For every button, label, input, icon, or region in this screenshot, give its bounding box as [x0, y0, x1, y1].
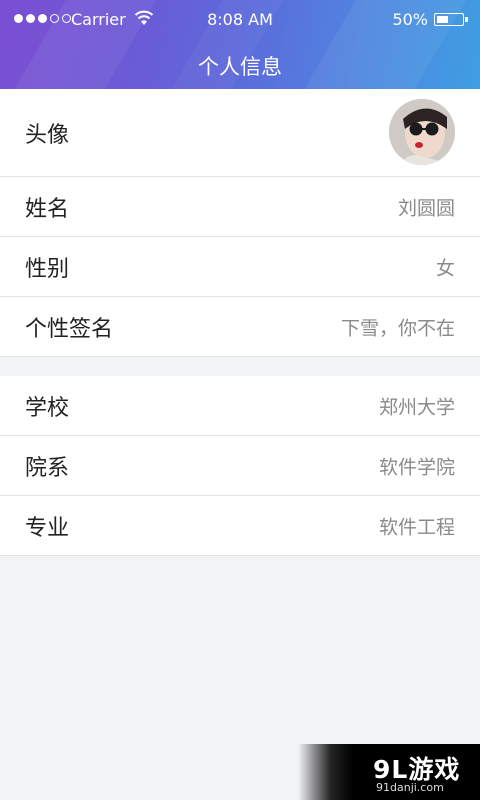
avatar-row[interactable]: 头像 [0, 89, 480, 177]
watermark-url: 91danji.com [376, 781, 444, 794]
status-bar: Carrier 8:08 AM 50% [0, 0, 480, 40]
name-label: 姓名 [25, 196, 70, 222]
major-row[interactable]: 专业 软件工程 [0, 496, 480, 556]
battery-icon [434, 13, 468, 26]
signature-label: 个性签名 [25, 316, 114, 342]
name-row[interactable]: 姓名 刘圆圆 [0, 177, 480, 237]
school-section: 学校 郑州大学 院系 软件学院 专业 软件工程 [0, 376, 480, 556]
name-value: 刘圆圆 [397, 197, 455, 219]
department-value: 软件学院 [378, 456, 455, 478]
school-row[interactable]: 学校 郑州大学 [0, 376, 480, 436]
department-label: 院系 [25, 455, 70, 481]
site-watermark: 9L游戏 91danji.com [298, 744, 480, 800]
page-title: 个人信息 [198, 55, 282, 79]
gender-label: 性别 [25, 256, 70, 282]
battery-percentage: 50% [392, 10, 428, 29]
avatar[interactable] [389, 99, 455, 165]
signature-value: 下雪，你不在 [340, 317, 455, 339]
header-bar: Carrier 8:08 AM 50% 个人信息 [0, 0, 480, 89]
major-value: 软件工程 [378, 516, 455, 538]
signature-row[interactable]: 个性签名 下雪，你不在 [0, 297, 480, 357]
school-label: 学校 [25, 395, 70, 421]
profile-section: 头像 姓名 刘圆圆 性别 女 个性签名 下雪，你不在 [0, 89, 480, 357]
department-row[interactable]: 院系 软件学院 [0, 436, 480, 496]
gender-value: 女 [435, 257, 455, 279]
major-label: 专业 [25, 515, 70, 541]
gender-row[interactable]: 性别 女 [0, 237, 480, 297]
avatar-label: 头像 [25, 122, 70, 148]
school-value: 郑州大学 [378, 396, 455, 418]
